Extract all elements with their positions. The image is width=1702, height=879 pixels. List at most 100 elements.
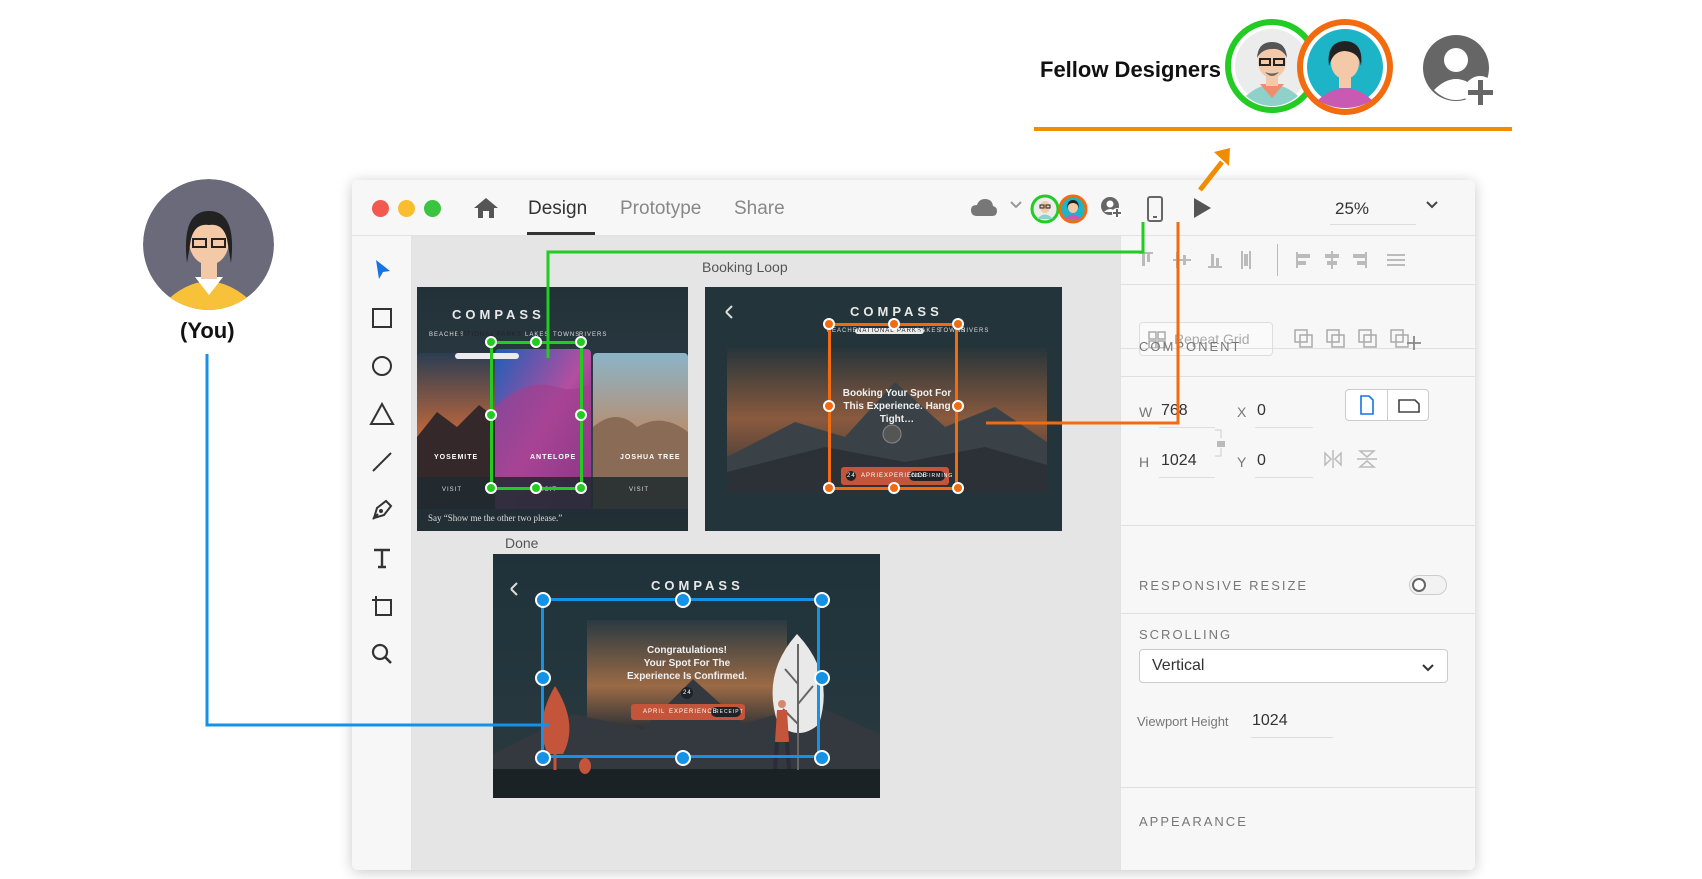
card-label-joshua-tree: JOSHUA TREE	[620, 454, 681, 461]
artboard2-title: COMPASS	[850, 304, 943, 319]
minimize-window-button[interactable]	[398, 200, 415, 217]
handle-orange[interactable]	[823, 400, 835, 412]
handle-blue[interactable]	[675, 750, 691, 766]
y-field-underline	[1255, 477, 1313, 478]
design-canvas[interactable]: Booking Loop Done COMPASS BEACHES NATION…	[412, 236, 1120, 870]
polygon-icon[interactable]	[368, 400, 396, 428]
handle-green[interactable]	[485, 482, 497, 494]
orientation-divider	[1387, 390, 1388, 420]
zoom-level[interactable]: 25%	[1335, 199, 1369, 219]
artboard1-title: COMPASS	[452, 307, 545, 322]
cloud-icon[interactable]	[970, 198, 998, 218]
x-value[interactable]: 0	[1257, 402, 1266, 420]
handle-green[interactable]	[485, 409, 497, 421]
collaborator-mini-avatar-green[interactable]	[1030, 194, 1060, 224]
handle-blue[interactable]	[535, 750, 551, 766]
card-action-3: VISIT	[629, 487, 650, 493]
handle-orange[interactable]	[823, 318, 835, 330]
artboard-label-done[interactable]: Done	[505, 535, 538, 551]
handle-orange[interactable]	[888, 318, 900, 330]
lock-aspect-icon[interactable]	[1213, 428, 1229, 458]
handle-blue[interactable]	[814, 670, 830, 686]
add-component-icon[interactable]	[1405, 334, 1423, 352]
viewport-height-underline	[1251, 737, 1333, 738]
handle-orange[interactable]	[888, 482, 900, 494]
landscape-icon[interactable]	[1398, 398, 1420, 414]
text-icon[interactable]	[368, 544, 396, 572]
handle-orange[interactable]	[952, 318, 964, 330]
width-field-underline	[1159, 427, 1215, 428]
handle-blue[interactable]	[814, 592, 830, 608]
tab-prototype[interactable]: Prototype	[620, 198, 701, 220]
handle-green[interactable]	[530, 336, 542, 348]
play-preview-icon[interactable]	[1192, 197, 1212, 219]
width-label: W	[1139, 404, 1153, 420]
scrolling-select[interactable]: Vertical	[1139, 649, 1448, 683]
handle-blue[interactable]	[535, 670, 551, 686]
flip-icons[interactable]	[1323, 447, 1383, 471]
panel-separator	[1121, 525, 1475, 526]
zoom-chevron-down-icon[interactable]	[1424, 196, 1440, 212]
home-icon[interactable]	[472, 196, 500, 220]
align-toolbar[interactable]	[1121, 236, 1475, 284]
portrait-icon[interactable]	[1359, 395, 1375, 415]
active-tab-indicator	[527, 232, 595, 235]
you-avatar	[143, 179, 274, 310]
handle-blue[interactable]	[535, 592, 551, 608]
height-label: H	[1139, 454, 1150, 470]
selection-box-green	[490, 341, 583, 490]
ellipse-icon[interactable]	[368, 352, 396, 380]
handle-blue[interactable]	[814, 750, 830, 766]
panel-separator-4	[1121, 376, 1475, 377]
chevron-down-icon[interactable]	[1009, 197, 1023, 211]
title-bar: Design Prototype Share 25%	[352, 180, 1475, 236]
panel-separator	[1121, 787, 1475, 788]
maximize-window-button[interactable]	[424, 200, 441, 217]
collaborator-avatar-orange	[1296, 18, 1394, 116]
invite-collaborator-icon[interactable]	[1100, 196, 1124, 220]
artboard-icon[interactable]	[368, 592, 396, 620]
scrolling-select-value: Vertical	[1152, 657, 1205, 674]
handle-green[interactable]	[530, 482, 542, 494]
handle-green[interactable]	[485, 336, 497, 348]
line-icon[interactable]	[368, 448, 396, 476]
fellow-designers-label: Fellow Designers	[1040, 57, 1221, 82]
viewport-height-value[interactable]: 1024	[1252, 712, 1288, 730]
y-value[interactable]: 0	[1257, 452, 1266, 470]
tab-design[interactable]: Design	[528, 198, 587, 220]
handle-blue[interactable]	[675, 592, 691, 608]
responsive-resize-toggle[interactable]	[1409, 575, 1447, 595]
handle-orange[interactable]	[952, 400, 964, 412]
x-field-underline	[1255, 427, 1313, 428]
tab-share[interactable]: Share	[734, 198, 785, 220]
close-window-button[interactable]	[372, 200, 389, 217]
rectangle-icon[interactable]	[368, 304, 396, 332]
handle-green[interactable]	[575, 482, 587, 494]
tools-toolbar	[352, 236, 412, 870]
zoom-icon[interactable]	[368, 640, 396, 668]
component-heading: COMPONENT	[1139, 339, 1242, 354]
orientation-toggle[interactable]	[1345, 389, 1429, 421]
device-preview-icon[interactable]	[1146, 196, 1164, 222]
artboard-label-booking-loop[interactable]: Booking Loop	[702, 259, 788, 275]
artboard3-title: COMPASS	[651, 578, 744, 593]
y-label: Y	[1237, 454, 1247, 470]
panel-separator	[1121, 613, 1475, 614]
zoom-underline	[1330, 224, 1416, 225]
toggle-knob	[1412, 578, 1426, 592]
select-icon[interactable]	[368, 256, 396, 284]
collaborator-mini-avatar-orange[interactable]	[1058, 194, 1088, 224]
handle-orange[interactable]	[823, 482, 835, 494]
height-field-underline	[1159, 477, 1215, 478]
width-value[interactable]: 768	[1161, 402, 1188, 420]
you-label: (You)	[180, 318, 235, 343]
handle-green[interactable]	[575, 409, 587, 421]
selection-box-blue	[541, 598, 820, 758]
handle-green[interactable]	[575, 336, 587, 348]
height-value[interactable]: 1024	[1161, 452, 1197, 470]
select-chevron-down-icon	[1422, 664, 1434, 672]
handle-orange[interactable]	[952, 482, 964, 494]
selection-box-orange	[828, 323, 958, 490]
pen-icon[interactable]	[368, 496, 396, 524]
invite-user-icon[interactable]	[1418, 30, 1504, 116]
